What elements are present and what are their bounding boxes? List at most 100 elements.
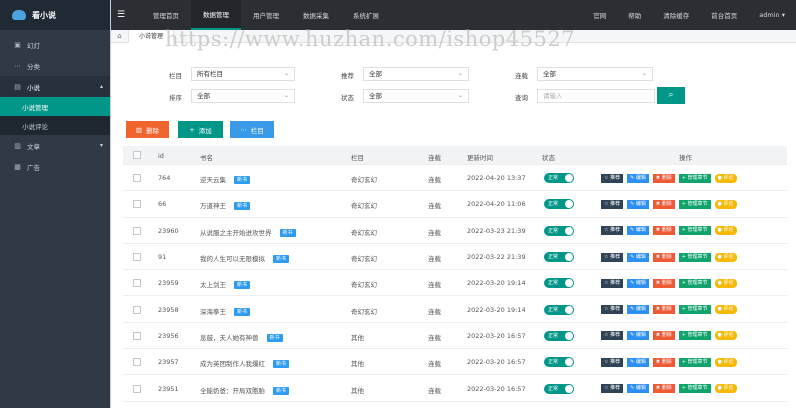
manage-chapters-button[interactable]: + 管理章节 [678, 384, 711, 394]
manage-chapters-button[interactable]: + 管理章节 [678, 305, 711, 315]
recommend-button[interactable]: ☆ 推荐 [601, 305, 624, 315]
clear-cache-button[interactable]: 清除缓存 [652, 0, 700, 30]
link-help[interactable]: 帮助 [617, 0, 652, 30]
tab-users[interactable]: 用户管理 [241, 0, 291, 30]
recommend-button[interactable]: ☆ 推荐 [601, 226, 624, 236]
edit-button[interactable]: ✎ 编辑 [627, 357, 649, 367]
delete-button[interactable]: ✖ 删除 [652, 199, 675, 209]
manage-chapters-button[interactable]: + 管理章节 [678, 199, 711, 209]
status-toggle[interactable]: 正常 [544, 252, 574, 263]
hamburger-menu-icon[interactable]: ☰ [113, 10, 129, 20]
sidebar-item-novel[interactable]: ▤ 小说 ▴ [0, 76, 110, 97]
sidebar-item-category[interactable]: ⋯ 分类 [0, 55, 110, 76]
edit-button[interactable]: ✎ 编辑 [627, 331, 649, 341]
manage-chapters-button[interactable]: + 管理章节 [678, 173, 711, 183]
comments-button[interactable]: ● 评论 [714, 199, 737, 209]
edit-button[interactable]: ✎ 编辑 [627, 305, 649, 315]
edit-button[interactable]: ✎ 编辑 [627, 252, 649, 262]
status-toggle[interactable]: 正常 [544, 278, 574, 289]
recommend-button[interactable]: ☆ 推荐 [601, 278, 624, 288]
delete-button[interactable]: ✖ 删除 [652, 384, 675, 394]
delete-button[interactable]: ✖ 删除 [652, 357, 675, 367]
manage-chapters-button[interactable]: + 管理章节 [678, 278, 711, 288]
user-menu[interactable]: admin ▾ [748, 0, 796, 30]
book-title[interactable]: 逆天云集 [200, 176, 226, 184]
edit-button[interactable]: ✎ 编辑 [627, 226, 649, 236]
recommend-button[interactable]: ☆ 推荐 [601, 357, 624, 367]
row-checkbox[interactable] [133, 226, 141, 235]
edit-button[interactable]: ✎ 编辑 [627, 199, 649, 209]
add-button[interactable]: + 添加 [178, 121, 223, 138]
column-button[interactable]: ⋯ 栏目 [230, 121, 274, 138]
comments-button[interactable]: ● 评论 [714, 305, 737, 315]
recommend-button[interactable]: ☆ 推荐 [601, 384, 624, 394]
status-toggle[interactable]: 正常 [544, 330, 574, 341]
row-checkbox[interactable] [133, 279, 141, 288]
sidebar-subitem-novel-comments[interactable]: 小说评论 [0, 116, 110, 135]
sort-select[interactable]: 全部 ⌄ [191, 89, 295, 103]
sidebar-subitem-novel-manage[interactable]: 小说管理 [0, 97, 110, 116]
sidebar-item-slides[interactable]: ▣ 幻灯 [0, 34, 110, 55]
row-checkbox[interactable] [133, 331, 141, 340]
recommend-select[interactable]: 全部 ⌄ [363, 67, 469, 81]
comments-button[interactable]: ● 评论 [714, 384, 737, 394]
status-toggle[interactable]: 正常 [544, 225, 574, 236]
comments-button[interactable]: ● 评论 [714, 278, 737, 288]
book-title[interactable]: 从说服之主开始进攻世界 [200, 229, 272, 237]
row-checkbox[interactable] [133, 305, 141, 314]
comments-button[interactable]: ● 评论 [714, 173, 737, 183]
book-title[interactable]: 太上剑王 [200, 281, 226, 289]
link-official-site[interactable]: 官网 [582, 0, 617, 30]
serial-select[interactable]: 全部 ⌄ [537, 67, 653, 81]
delete-button[interactable]: ✖ 删除 [652, 278, 675, 288]
edit-button[interactable]: ✎ 编辑 [627, 173, 649, 183]
app-logo[interactable]: 看小说 [0, 0, 110, 30]
search-button[interactable]: ⌕ [657, 87, 685, 104]
book-title[interactable]: 息鼓，夫人她有神兽 [200, 334, 259, 342]
delete-button[interactable]: ✖ 删除 [652, 305, 675, 315]
status-toggle[interactable]: 正常 [544, 357, 574, 368]
manage-chapters-button[interactable]: + 管理章节 [678, 252, 711, 262]
status-toggle[interactable]: 正常 [544, 199, 574, 210]
query-input[interactable]: 请输入 [537, 89, 655, 103]
row-checkbox[interactable] [133, 200, 141, 209]
status-toggle[interactable]: 正常 [544, 173, 574, 184]
sidebar-item-article[interactable]: ▥ 文章 ▾ [0, 135, 110, 156]
tab-home[interactable]: 管理首页 [141, 0, 191, 30]
row-checkbox[interactable] [133, 384, 141, 393]
manage-chapters-button[interactable]: + 管理章节 [678, 331, 711, 341]
column-select[interactable]: 所有栏目 ⌄ [191, 67, 295, 81]
recommend-button[interactable]: ☆ 推荐 [601, 199, 624, 209]
recommend-button[interactable]: ☆ 推荐 [601, 173, 624, 183]
book-title[interactable]: 成为英团制作人我爆红 [200, 360, 265, 368]
home-icon[interactable]: ⌂ [111, 29, 129, 43]
tab-data[interactable]: 数据管理 [191, 0, 241, 30]
book-title[interactable]: 全能奶爸：开局双胞胎 [200, 387, 265, 395]
delete-button[interactable]: ✖ 删除 [652, 226, 675, 236]
comments-button[interactable]: ● 评论 [714, 357, 737, 367]
row-checkbox[interactable] [133, 253, 141, 262]
recommend-button[interactable]: ☆ 推荐 [601, 331, 624, 341]
book-title[interactable]: 我的人生可以无限模拟 [200, 255, 265, 263]
status-toggle[interactable]: 正常 [544, 383, 574, 394]
tab-system[interactable]: 系统扩展 [341, 0, 391, 30]
book-title[interactable]: 深海拳王 [200, 308, 226, 316]
book-title[interactable]: 万道神王 [200, 202, 226, 210]
comments-button[interactable]: ● 评论 [714, 226, 737, 236]
sidebar-item-ads[interactable]: ▦ 广告 [0, 156, 110, 177]
manage-chapters-button[interactable]: + 管理章节 [678, 226, 711, 236]
row-checkbox[interactable] [133, 358, 141, 367]
delete-button[interactable]: ✖ 删除 [652, 252, 675, 262]
edit-button[interactable]: ✎ 编辑 [627, 384, 649, 394]
delete-button[interactable]: ✖ 删除 [652, 331, 675, 341]
select-all-checkbox[interactable] [133, 151, 141, 159]
tab-collect[interactable]: 数据采集 [291, 0, 341, 30]
status-toggle[interactable]: 正常 [544, 304, 574, 315]
delete-button[interactable]: ✖ 删除 [652, 173, 675, 183]
recommend-button[interactable]: ☆ 推荐 [601, 252, 624, 262]
edit-button[interactable]: ✎ 编辑 [627, 278, 649, 288]
manage-chapters-button[interactable]: + 管理章节 [678, 357, 711, 367]
status-select[interactable]: 全部 ⌄ [363, 89, 469, 103]
comments-button[interactable]: ● 评论 [714, 331, 737, 341]
delete-button[interactable]: ▥ 删除 [126, 121, 169, 138]
